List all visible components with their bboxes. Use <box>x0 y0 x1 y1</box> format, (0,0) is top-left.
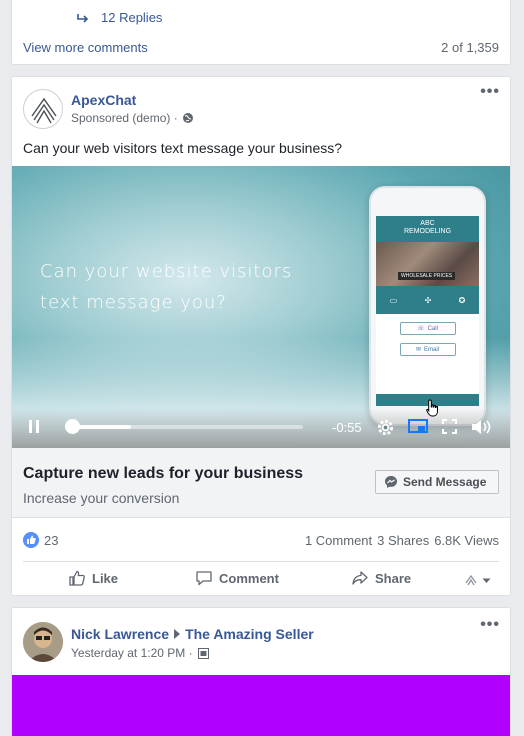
video-headline-line2: text message you? <box>40 292 227 313</box>
video-time-remaining: -0:55 <box>332 420 362 435</box>
share-count[interactable]: 3 Shares <box>377 533 429 548</box>
like-reaction-icon[interactable] <box>23 532 39 548</box>
post-timestamp: Yesterday at 1:20 PM · <box>71 646 209 660</box>
phone-feature-icons: ▭ ✣ ✪ <box>376 286 479 314</box>
post-options-button[interactable]: ••• <box>480 84 500 100</box>
thumbs-up-icon <box>69 570 85 586</box>
phone-brand-line1: ABC <box>420 220 435 227</box>
envelope-icon: ✉ <box>415 347 421 353</box>
post-author-line: Nick Lawrence The Amazing Seller <box>71 626 314 642</box>
page-name-link[interactable]: ApexChat <box>71 92 136 108</box>
previous-post-card: 12 Replies View more comments 2 of 1,359 <box>11 0 511 65</box>
gear-icon[interactable] <box>376 418 395 437</box>
apexchat-small-icon <box>465 574 477 586</box>
feed-post-card: Nick Lawrence The Amazing Seller ••• Yes… <box>11 607 511 736</box>
author-name-link[interactable]: Nick Lawrence <box>71 626 169 642</box>
post-time-text[interactable]: Yesterday at 1:20 PM · <box>71 646 193 660</box>
send-message-label: Send Message <box>403 475 487 489</box>
group-name-link[interactable]: The Amazing Seller <box>185 626 314 642</box>
sponsored-label: Sponsored (demo) · <box>71 111 194 125</box>
cta-subtitle: Increase your conversion <box>23 490 180 506</box>
stats-divider <box>23 561 499 562</box>
view-count: 6.8K Views <box>434 533 499 548</box>
phone-call-label: Call <box>427 325 438 332</box>
post-options-button[interactable]: ••• <box>480 617 500 633</box>
group-audience-icon <box>197 647 209 659</box>
like-button[interactable]: Like <box>68 569 118 587</box>
globe-icon <box>182 113 193 123</box>
replies-label: 12 Replies <box>101 10 163 25</box>
phone-call-button: ☏ Call <box>399 322 456 335</box>
share-label: Share <box>375 570 412 586</box>
cast-icon[interactable] <box>408 419 428 435</box>
apexchat-logo-icon <box>31 97 57 124</box>
engagement-counts: 1 Comment 3 Shares 6.8K Views <box>305 533 499 548</box>
phone-icon: ☏ <box>417 326 425 332</box>
comment-button[interactable]: Comment <box>195 569 279 587</box>
audience-selector[interactable] <box>464 573 491 587</box>
post-action-bar: Like Comment Share <box>12 569 510 593</box>
pause-icon[interactable] <box>29 420 39 433</box>
author-avatar[interactable] <box>23 622 63 662</box>
post-media[interactable] <box>12 675 510 736</box>
cta-band[interactable]: Capture new leads for your business Incr… <box>12 448 510 518</box>
reactions-bar: 23 1 Comment 3 Shares 6.8K Views <box>23 531 499 551</box>
chevron-down-icon <box>482 578 491 583</box>
view-more-comments-link[interactable]: View more comments <box>23 40 148 55</box>
hand-cursor-icon <box>426 399 438 417</box>
phone-brand: ABC REMODELING <box>376 216 479 242</box>
fullscreen-icon[interactable] <box>442 419 457 434</box>
reply-arrow-icon <box>77 13 89 23</box>
video-headline-line1: Can your website visitors <box>40 261 293 282</box>
apexchat-avatar[interactable] <box>23 89 63 129</box>
ad-text: Can your web visitors text message your … <box>23 140 343 156</box>
phone-screen: ABC REMODELING WHOLESALE PRICES ▭ ✣ ✪ ☏ … <box>376 216 479 406</box>
comment-count[interactable]: 1 Comment <box>305 533 372 548</box>
phone-hero-image: WHOLESALE PRICES <box>376 242 479 286</box>
sponsored-post-card: ApexChat Sponsored (demo) · ••• Can your… <box>11 76 511 596</box>
send-message-button[interactable]: Send Message <box>375 470 499 494</box>
badge-icon: ▭ <box>389 295 398 305</box>
messenger-icon <box>385 476 397 488</box>
handshake-icon: ✣ <box>424 295 432 305</box>
phone-email-label: Email <box>424 346 440 353</box>
comments-pager: 2 of 1,359 <box>441 40 499 55</box>
like-count[interactable]: 23 <box>44 533 58 548</box>
phone-mockup: ABC REMODELING WHOLESALE PRICES ▭ ✣ ✪ ☏ … <box>369 186 486 426</box>
cta-title: Capture new leads for your business <box>23 465 304 482</box>
comment-label: Comment <box>219 570 279 586</box>
comment-bubble-icon <box>196 571 212 586</box>
person-avatar-icon <box>23 622 63 662</box>
share-button[interactable]: Share <box>351 569 411 587</box>
video-progress-track[interactable] <box>68 425 303 429</box>
replies-link[interactable]: 12 Replies <box>77 10 162 25</box>
ribbon-icon: ✪ <box>458 295 466 305</box>
share-arrow-icon <box>352 571 368 585</box>
arrow-right-icon <box>174 629 181 639</box>
video-scrubber-knob[interactable] <box>65 419 80 434</box>
like-label: Like <box>92 570 119 586</box>
phone-email-button: ✉ Email <box>399 343 456 356</box>
volume-icon[interactable] <box>471 418 493 436</box>
sponsored-text: Sponsored (demo) · <box>71 111 178 125</box>
phone-ribbon: WHOLESALE PRICES <box>398 272 456 280</box>
phone-brand-line2: REMODELING <box>403 228 452 235</box>
video-headline: Can your website visitors text message y… <box>40 256 292 318</box>
